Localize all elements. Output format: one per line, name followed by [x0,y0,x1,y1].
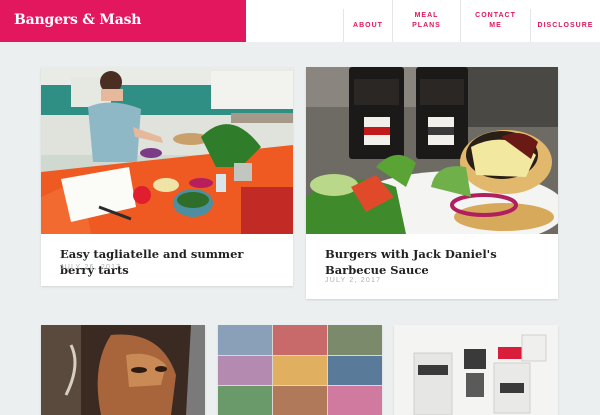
nav-about-label: ABOUT [353,21,383,29]
post-thumbnail-collage[interactable] [218,325,382,415]
street-art-photo [41,325,205,415]
kitchen-photo [41,67,293,234]
nav-disclosure-label: DISCLOSURE [537,21,594,29]
post-card[interactable] [218,325,382,415]
nav-disclosure[interactable]: DISCLOSURE [530,9,600,42]
site-title[interactable]: Bangers & Mash [14,12,141,28]
post-thumbnail-kitchen[interactable] [41,67,293,234]
nav-about[interactable]: ABOUT [343,9,392,42]
post-date: JULY 26, 2017 [60,264,122,271]
nav-meal-plans[interactable]: MEAL PLANS [392,0,460,42]
nav-contact-label-1: CONTACT [475,12,516,20]
nav-meal-plans-label-1: MEAL [414,12,439,20]
post-title[interactable]: Easy tagliatelle and summer berry tarts [60,247,274,278]
nav-meal-plans-label-2: PLANS [412,22,441,29]
post-card[interactable]: Burgers with Jack Daniel's Barbecue Sauc… [306,67,558,299]
brand-block[interactable]: Bangers & Mash [0,0,246,42]
post-thumbnail-burger[interactable] [306,67,558,234]
post-card[interactable] [394,325,558,415]
post-thumbnail-street-art[interactable] [41,325,205,415]
post-card[interactable] [41,325,205,415]
post-thumbnail-products[interactable] [394,325,558,415]
product-photo [394,325,558,415]
site-header: Bangers & Mash ABOUT MEAL PLANS CONTACT … [0,0,600,42]
nav-contact-label-2: ME [489,22,502,29]
nav-contact[interactable]: CONTACT ME [460,0,530,42]
burger-photo [306,67,558,234]
photo-collage [218,325,382,415]
post-card[interactable]: Easy tagliatelle and summer berry tarts … [41,67,293,286]
post-title[interactable]: Burgers with Jack Daniel's Barbecue Sauc… [325,247,539,278]
post-date: JULY 2, 2017 [325,277,382,284]
